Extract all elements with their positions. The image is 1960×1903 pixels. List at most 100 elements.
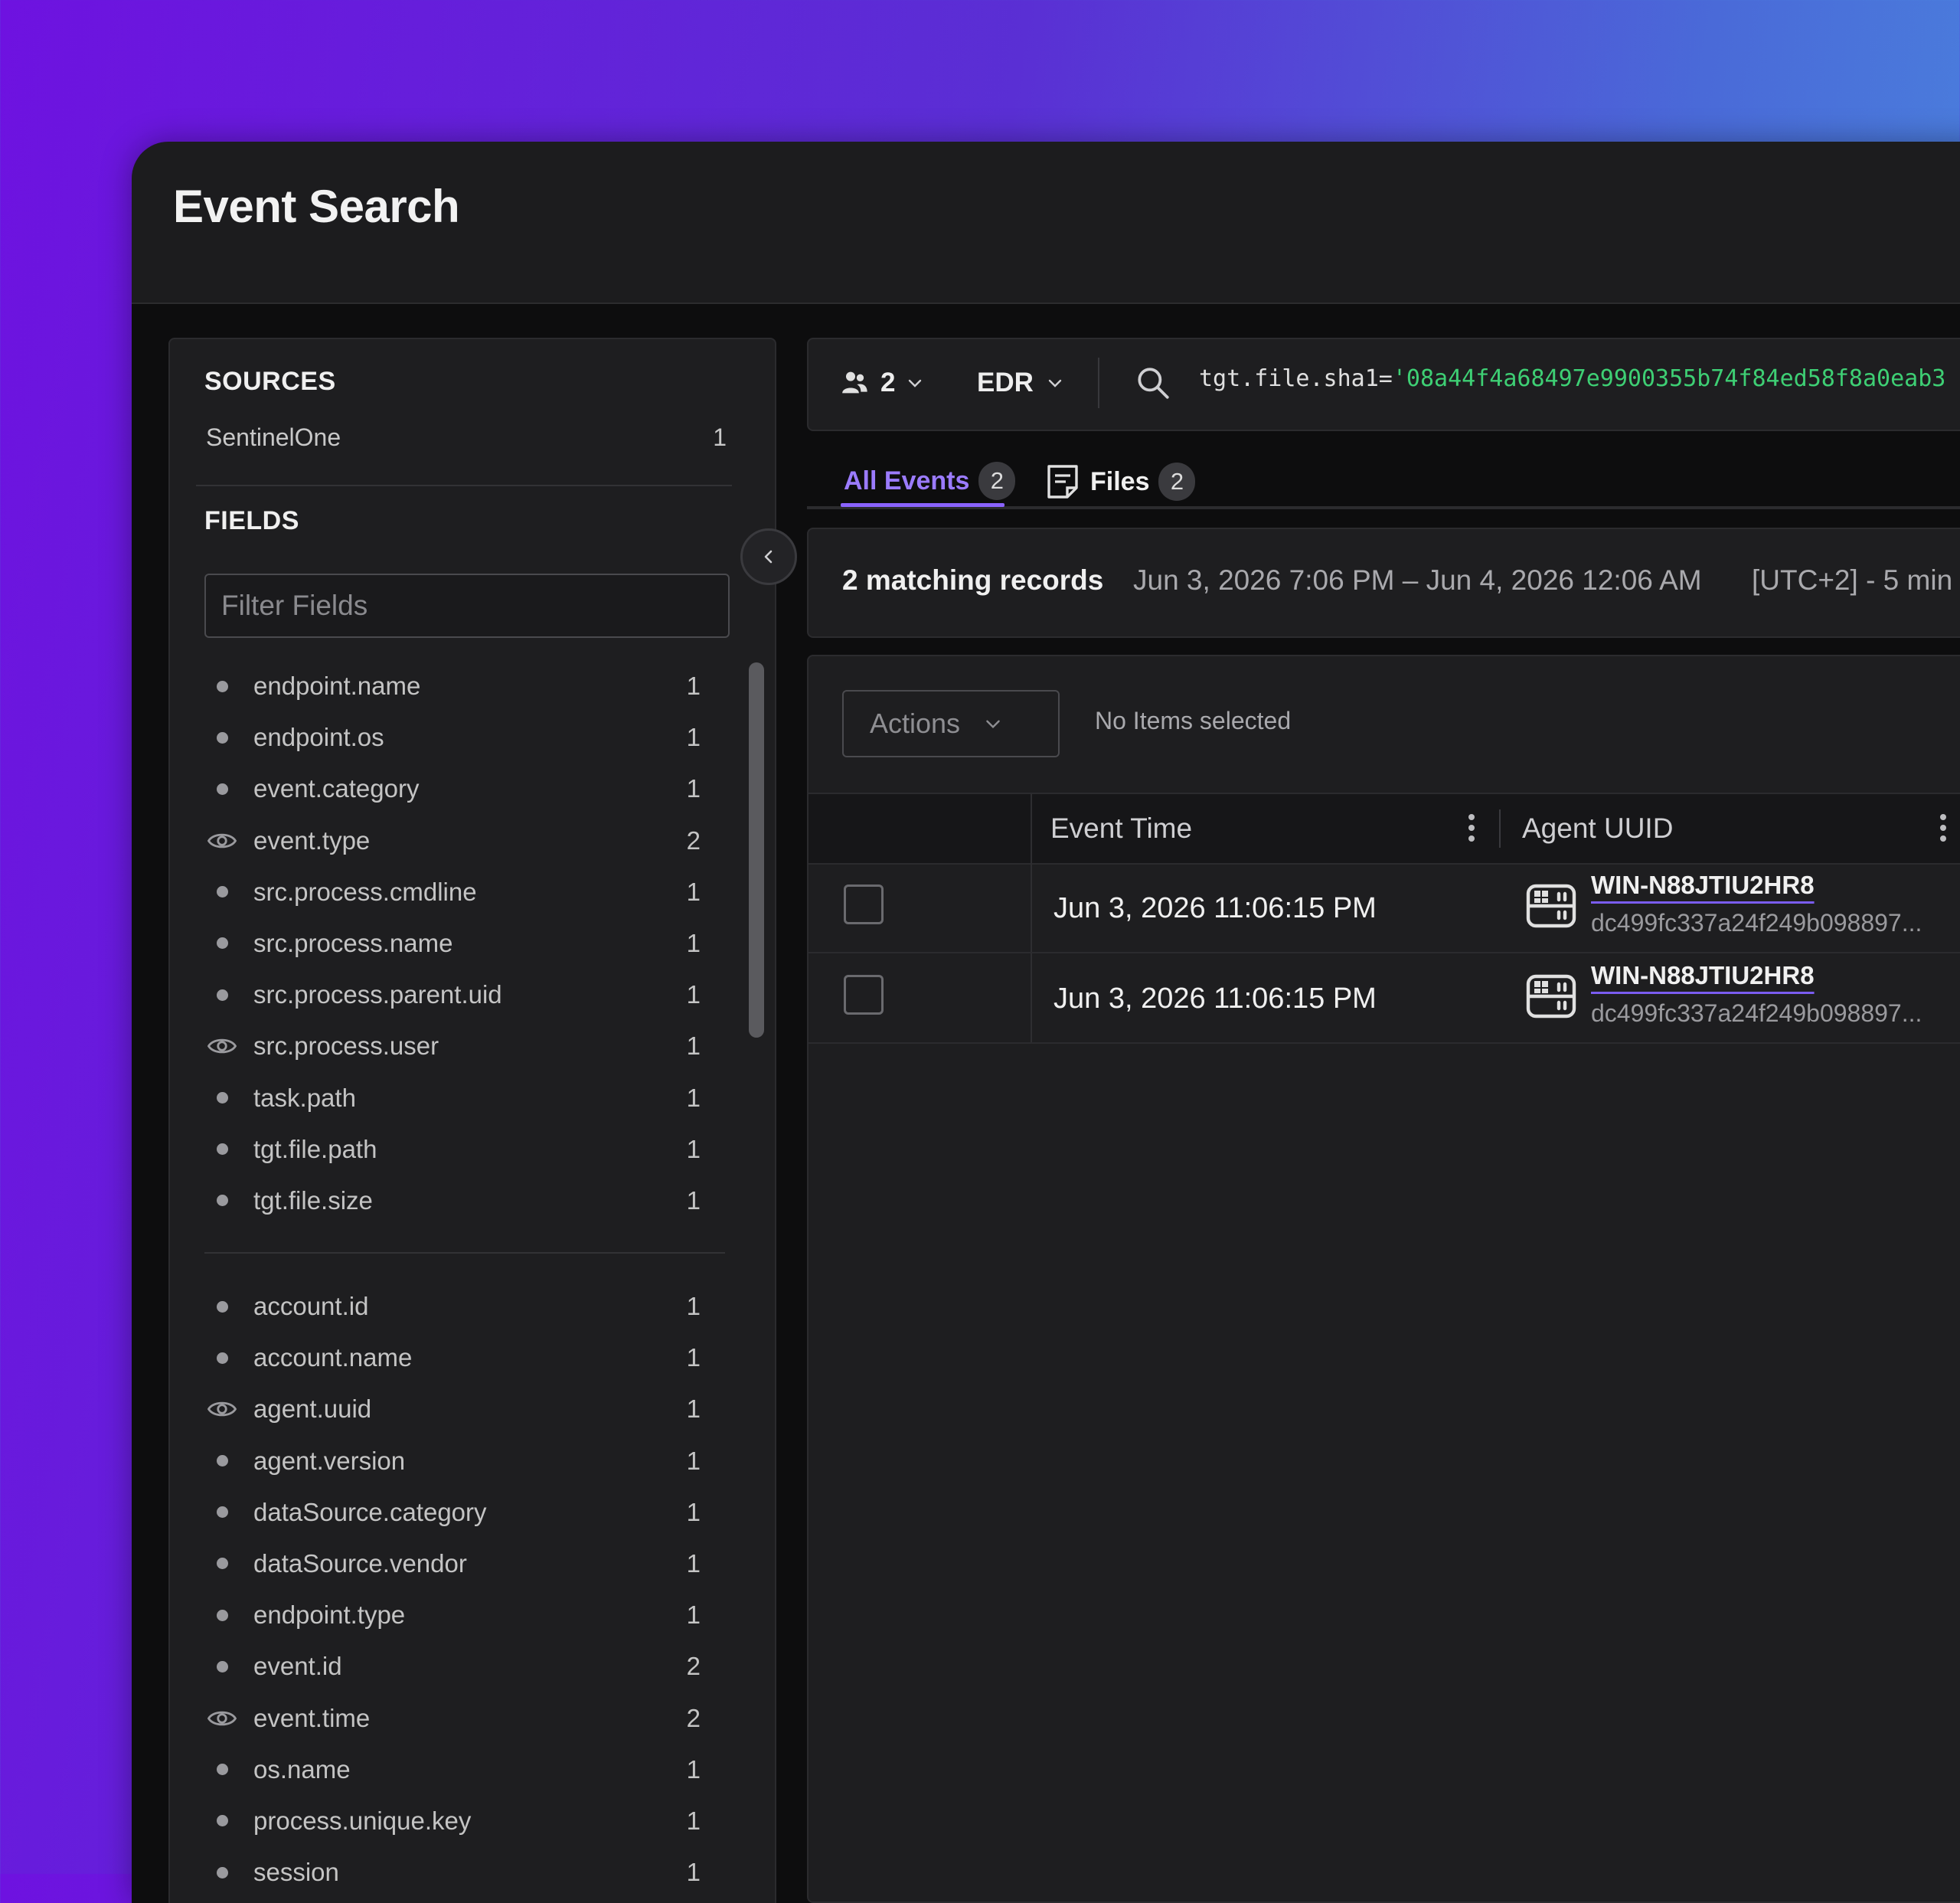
field-item[interactable]: agent.version 1 bbox=[204, 1436, 710, 1487]
source-name: SentinelOne bbox=[206, 423, 341, 451]
field-item[interactable]: endpoint.type 1 bbox=[204, 1590, 710, 1641]
field-item[interactable]: src.process.parent.uid 1 bbox=[204, 969, 710, 1021]
field-name: endpoint.type bbox=[253, 1601, 406, 1630]
field-item[interactable]: account.name 1 bbox=[204, 1332, 710, 1384]
field-dot-icon[interactable] bbox=[204, 771, 240, 806]
field-dot-icon[interactable] bbox=[204, 1649, 240, 1684]
field-item[interactable]: session 1 bbox=[204, 1847, 710, 1898]
field-dot-icon[interactable] bbox=[204, 1855, 240, 1890]
event-time-cell: Jun 3, 2026 11:06:15 PM bbox=[1054, 983, 1377, 1015]
agent-name-link[interactable]: WIN-N88JTIU2HR8 bbox=[1591, 871, 1815, 900]
page-title: Event Search bbox=[173, 181, 460, 232]
source-selector[interactable]: EDR bbox=[977, 339, 1064, 427]
field-item[interactable]: tgt.file.path 1 bbox=[204, 1124, 710, 1175]
time-range[interactable]: Jun 3, 2026 7:06 PM – Jun 4, 2026 12:06 … bbox=[1133, 564, 1702, 597]
field-dot-icon[interactable] bbox=[204, 1597, 240, 1633]
sidebar-scrollbar[interactable] bbox=[749, 662, 764, 1038]
field-name: event.id bbox=[253, 1652, 342, 1681]
search-button[interactable] bbox=[1134, 339, 1172, 427]
filter-fields-input-wrapper bbox=[204, 574, 730, 638]
sources-title: SOURCES bbox=[204, 367, 336, 396]
field-item[interactable]: event.type 2 bbox=[204, 816, 710, 867]
results-summary: 2 matching records Jun 3, 2026 7:06 PM –… bbox=[807, 528, 1960, 638]
row-checkbox[interactable] bbox=[844, 884, 884, 924]
content-area: SOURCES SentinelOne 1 FIELDS endpoint.na… bbox=[132, 304, 1960, 1903]
field-dot-icon[interactable] bbox=[204, 1752, 240, 1787]
column-menu-icon[interactable] bbox=[1936, 811, 1951, 845]
field-dot-icon[interactable] bbox=[204, 926, 240, 961]
field-count: 1 bbox=[686, 1185, 701, 1215]
field-item[interactable]: event.category 1 bbox=[204, 763, 710, 815]
field-item[interactable]: event.time 2 bbox=[204, 1693, 710, 1744]
field-name: account.name bbox=[253, 1343, 413, 1372]
column-header-agent-uuid[interactable]: Agent UUID bbox=[1522, 813, 1673, 845]
field-name: event.time bbox=[253, 1703, 371, 1732]
filter-fields-input[interactable] bbox=[206, 575, 728, 636]
field-item[interactable]: endpoint.name 1 bbox=[204, 661, 710, 712]
field-dot-icon[interactable] bbox=[204, 669, 240, 704]
field-count: 1 bbox=[686, 723, 701, 752]
page-header: Event Search bbox=[132, 142, 1960, 304]
query-input[interactable]: tgt.file.sha1='08a44f4a68497e9900355b74f… bbox=[1199, 365, 1945, 392]
table-row[interactable]: Jun 3, 2026 11:06:15 PM WIN-N88JTIU2HR8 … bbox=[808, 953, 1960, 1044]
field-item[interactable]: event.id 2 bbox=[204, 1641, 710, 1692]
tab-files[interactable]: Files 2 bbox=[1044, 462, 1196, 502]
field-dot-icon[interactable] bbox=[204, 977, 240, 1012]
matching-records-count: 2 matching records bbox=[842, 564, 1104, 596]
field-dot-icon[interactable] bbox=[204, 1495, 240, 1530]
field-name: agent.version bbox=[253, 1446, 406, 1475]
field-dot-icon[interactable] bbox=[204, 1289, 240, 1324]
scope-selector[interactable]: 2 bbox=[839, 339, 924, 427]
eye-icon[interactable] bbox=[204, 1028, 240, 1064]
field-dot-icon[interactable] bbox=[204, 720, 240, 755]
users-icon bbox=[842, 371, 867, 394]
file-icon bbox=[1047, 465, 1078, 499]
eye-icon[interactable] bbox=[204, 1701, 240, 1736]
scope-count: 2 bbox=[880, 368, 896, 397]
field-count: 1 bbox=[686, 774, 701, 803]
tab-all-events[interactable]: All Events 2 bbox=[844, 462, 1016, 500]
field-dot-icon[interactable] bbox=[204, 1081, 240, 1116]
field-item[interactable]: src.process.user 1 bbox=[204, 1021, 710, 1072]
collapse-sidebar-button[interactable] bbox=[740, 528, 797, 585]
eye-icon[interactable] bbox=[204, 1391, 240, 1427]
field-dot-icon[interactable] bbox=[204, 1132, 240, 1167]
column-header-event-time[interactable]: Event Time bbox=[1050, 813, 1192, 845]
actions-dropdown[interactable]: Actions bbox=[842, 690, 1060, 757]
field-dot-icon[interactable] bbox=[204, 1183, 240, 1218]
field-item[interactable]: os.name 1 bbox=[204, 1744, 710, 1796]
column-resize-handle[interactable] bbox=[1499, 809, 1501, 848]
field-dot-icon[interactable] bbox=[204, 1546, 240, 1581]
field-item[interactable]: dataSource.category 1 bbox=[204, 1487, 710, 1538]
field-dot-icon[interactable] bbox=[204, 1340, 240, 1375]
column-divider bbox=[1031, 953, 1032, 1042]
source-item-sentinelone[interactable]: SentinelOne 1 bbox=[206, 423, 727, 452]
field-item[interactable]: src.process.cmdline 1 bbox=[204, 867, 710, 918]
field-dot-icon[interactable] bbox=[204, 1444, 240, 1479]
query-field: tgt.file.sha1= bbox=[1199, 365, 1393, 392]
field-item[interactable]: tgt.file.size 1 bbox=[204, 1175, 710, 1227]
field-item[interactable]: dataSource.vendor 1 bbox=[204, 1538, 710, 1590]
field-count: 2 bbox=[686, 1703, 701, 1732]
table-row[interactable]: Jun 3, 2026 11:06:15 PM WIN-N88JTIU2HR8 … bbox=[808, 863, 1960, 953]
field-item[interactable]: task.path 1 bbox=[204, 1073, 710, 1124]
field-count: 2 bbox=[686, 826, 701, 855]
field-count: 1 bbox=[686, 1754, 701, 1784]
field-item[interactable]: endpoint.os 1 bbox=[204, 712, 710, 763]
field-name: event.category bbox=[253, 774, 420, 803]
field-name: endpoint.name bbox=[253, 672, 421, 700]
event-time-cell: Jun 3, 2026 11:06:15 PM bbox=[1054, 892, 1377, 924]
field-count: 1 bbox=[686, 1292, 701, 1320]
field-item[interactable]: account.id 1 bbox=[204, 1281, 710, 1332]
field-dot-icon[interactable] bbox=[204, 875, 240, 910]
column-menu-icon[interactable] bbox=[1464, 811, 1479, 845]
eye-icon[interactable] bbox=[204, 823, 240, 858]
field-item[interactable]: src.process.name 1 bbox=[204, 918, 710, 969]
field-dot-icon[interactable] bbox=[204, 1803, 240, 1839]
field-item[interactable]: process.unique.key 1 bbox=[204, 1796, 710, 1847]
agent-name-link[interactable]: WIN-N88JTIU2HR8 bbox=[1591, 961, 1815, 990]
agent-uuid-value: dc499fc337a24f249b098897... bbox=[1591, 999, 1922, 1027]
row-checkbox[interactable] bbox=[844, 975, 884, 1015]
field-item[interactable]: agent.uuid 1 bbox=[204, 1384, 710, 1435]
field-count: 1 bbox=[686, 877, 701, 906]
